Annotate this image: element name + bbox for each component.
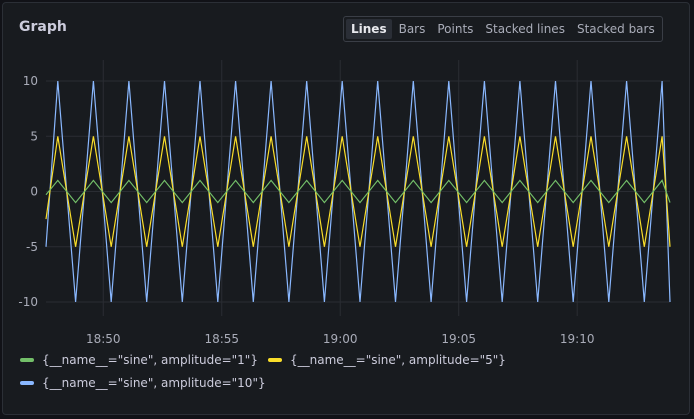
legend-item-amplitude-10[interactable]: {__name__="sine", amplitude="10"} bbox=[20, 376, 670, 390]
y-tick-label: 5 bbox=[30, 129, 38, 143]
y-tick-label: -10 bbox=[18, 295, 38, 309]
series-color-swatch bbox=[20, 358, 34, 362]
legend-item-amplitude-5[interactable]: {__name__="sine", amplitude="5"} bbox=[267, 353, 506, 367]
series-color-swatch bbox=[20, 381, 34, 385]
y-tick-label: 10 bbox=[23, 74, 38, 88]
legend-label: {__name__="sine", amplitude="1"} bbox=[42, 353, 258, 367]
legend: {__name__="sine", amplitude="1"} {__name… bbox=[20, 353, 670, 390]
y-tick-label: -5 bbox=[26, 240, 38, 254]
y-tick-label: 0 bbox=[30, 185, 38, 199]
x-tick-label: 19:05 bbox=[441, 332, 476, 346]
series-color-swatch bbox=[267, 358, 282, 362]
time-series-chart[interactable]: 10 5 0 -5 -10 18:50 18:55 19:00 19:05 19:10 bbox=[0, 0, 694, 350]
x-tick-label: 19:10 bbox=[560, 332, 595, 346]
legend-item-amplitude-1[interactable]: {__name__="sine", amplitude="1"} bbox=[20, 353, 258, 367]
legend-label: {__name__="sine", amplitude="5"} bbox=[289, 353, 506, 367]
legend-label: {__name__="sine", amplitude="10"} bbox=[42, 376, 266, 390]
x-tick-label: 19:00 bbox=[323, 332, 358, 346]
x-tick-label: 18:50 bbox=[86, 332, 121, 346]
x-tick-label: 18:55 bbox=[204, 332, 239, 346]
